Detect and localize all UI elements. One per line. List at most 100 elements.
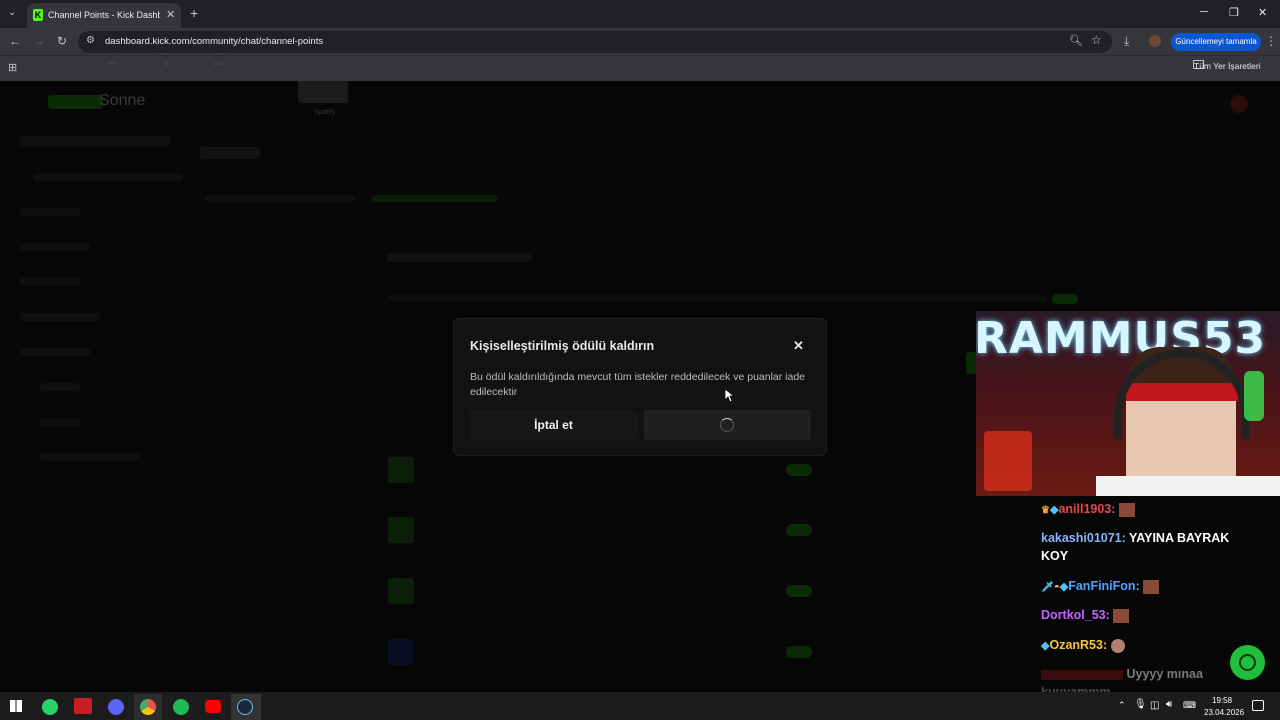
active-tab [372,195,498,202]
tray-chevron-icon[interactable]: ⌃ [1118,700,1126,711]
emote-icon [1113,608,1130,623]
bookmarks-bar: ⊞ [0,55,1280,81]
row-toggle [786,585,812,597]
chrome-active-bg [134,694,162,720]
tab-title: Channel Points - Kick Dashboard [48,10,160,20]
table-row [388,639,414,665]
kick-favicon-icon: K [33,9,43,21]
reload-icon[interactable]: ↻ [57,34,67,48]
table-row [388,578,414,604]
sidebar-item [20,243,90,251]
section-title [387,253,532,262]
table-row [388,517,414,543]
streamer-webcam: RAMMUS53 [976,311,1280,496]
new-tab-icon[interactable]: + [190,5,198,21]
zoom-icon[interactable]: 🔍︎ [1069,34,1083,47]
tab-close-icon[interactable]: ✕ [166,8,175,21]
chat-text-cont: KOY [1041,549,1069,563]
maximize-icon[interactable]: ❐ [1229,6,1239,19]
window-close-icon[interactable]: ✕ [1258,6,1267,19]
app-icon[interactable] [74,698,92,714]
shirt [1096,476,1280,496]
all-bookmarks-link[interactable]: Tüm Yer İşaretleri [1194,61,1261,71]
network-icon[interactable]: ◫ [1150,700,1159,711]
youtube-icon[interactable] [205,700,221,713]
chat-username: kakashi01071: [1041,531,1126,545]
crown-icon: ♛ [1041,505,1050,516]
lamp-glow [984,431,1032,491]
whatsapp-icon[interactable] [42,699,58,715]
clock-time[interactable]: 19:58 [1212,696,1232,705]
apps-grid-icon[interactable]: ⊞ [8,61,17,74]
profile-avatar[interactable] [1149,35,1161,47]
tabs-row [205,195,355,202]
volume-bar [48,95,103,109]
chat-message: Uyyyy mınaa [1041,667,1203,681]
player-thumb [298,81,348,103]
chat-message: ◆OzanR53: [1041,638,1125,653]
cancel-button[interactable]: İptal et [470,410,637,440]
tab-bar: ⌄ K Channel Points - Kick Dashboard ✕ + … [0,0,1280,28]
chat-text: YAYINA BAYRAK [1129,531,1230,545]
user-avatar [1230,95,1248,113]
back-icon[interactable]: ← [9,34,21,48]
chat-message: 🗡︎◓◆FanFiniFon: [1041,579,1160,594]
dialog-message: Bu ödül kaldırıldığında mevcut tüm istek… [470,371,806,398]
site-info-icon[interactable]: ⚙ [86,35,95,46]
sword-icon: 🗡︎ [1041,582,1054,593]
clock-date[interactable]: 23.04.2026 [1204,708,1244,717]
confirm-remove-button[interactable] [644,410,811,440]
volume-icon[interactable]: 🔊︎ [1166,699,1172,710]
now-playing-title: Sonne [99,92,146,109]
chat-message: ♛◆anill1903: [1041,502,1135,517]
section-desc [387,295,1047,302]
minimize-icon[interactable]: ─ [1200,6,1208,18]
headset-icon [1239,654,1256,671]
language-icon[interactable]: ⌨ [1183,700,1196,711]
sidebar-item [33,173,183,181]
tab-search-icon[interactable]: ⌄ [8,7,16,18]
table-row [388,457,414,483]
url-text: dashboard.kick.com/community/chat/channe… [105,36,324,47]
sidebar-item [20,208,80,216]
sidebar-item [40,383,80,391]
green-light [1244,371,1264,421]
chat-support-button[interactable] [1230,645,1265,680]
enabled-toggle [1052,294,1078,304]
mouse-cursor-icon [725,389,734,403]
chat-text-cont: kuuyammm [1041,685,1111,692]
sidebar-nav [20,136,170,146]
discord-icon[interactable] [108,699,124,715]
chat-username: Dortkol_53: [1041,608,1110,622]
spotify-icon[interactable] [173,699,189,715]
download-icon[interactable]: ⤓ [1124,34,1129,49]
chat-username-faded [1041,669,1123,680]
steam-icon[interactable] [237,699,253,715]
cube-icon: ◆ [1059,581,1069,593]
tab-channel-points[interactable]: K Channel Points - Kick Dashboard ✕ [27,3,181,28]
forward-icon[interactable]: → [33,34,45,48]
remove-reward-dialog: Kişiselleştirilmiş ödülü kaldırın ✕ Bu ö… [453,318,827,456]
chat-text: Uyyyy mınaa [1126,667,1203,681]
row-toggle [786,646,812,658]
sidebar-item [20,348,90,356]
previous-track-button[interactable]: ⏮ [100,53,125,78]
bookmark-star-icon[interactable]: ☆ [1091,33,1102,47]
windows-start-icon[interactable] [10,700,22,712]
close-icon[interactable]: ✕ [793,338,804,354]
pause-button[interactable]: ⏸ [153,53,178,78]
windows-taskbar [0,692,1280,720]
chat-message: kakashi01071: YAYINA BAYRAK [1041,531,1229,545]
menu-kebab-icon[interactable]: ⋮ [1265,34,1277,48]
sidebar-item [40,418,80,426]
emote-icon [1110,638,1125,653]
next-track-button[interactable]: ⏭ [206,53,231,78]
sidebar-item [40,453,140,461]
page-heading [200,147,260,159]
notifications-icon[interactable] [1252,700,1264,711]
chat-message: Dortkol_53: [1041,608,1130,623]
update-button[interactable]: Güncellemeyi tamamla [1171,33,1261,51]
emote-icon [1118,502,1135,517]
microphone-icon[interactable]: 🎙︎ [1134,699,1147,710]
row-toggle [786,464,812,476]
